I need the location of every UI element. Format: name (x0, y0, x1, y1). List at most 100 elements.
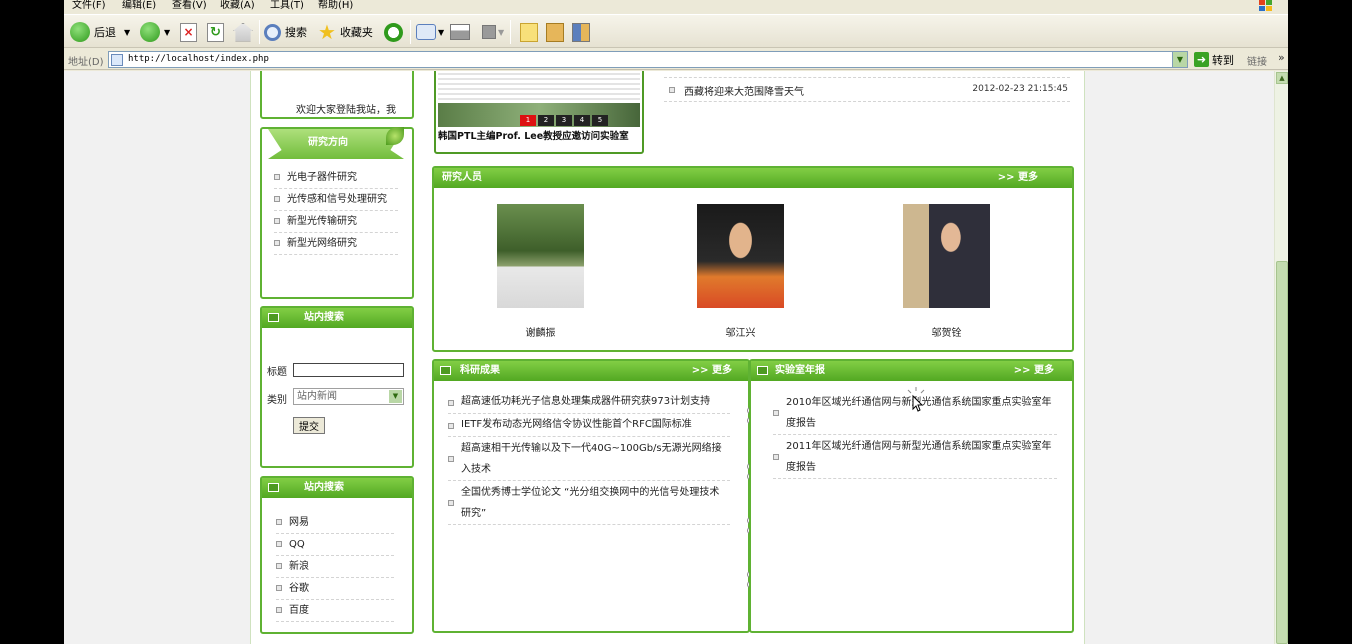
slide-page-4[interactable]: 4 (574, 115, 590, 126)
list-item[interactable]: 全国优秀博士学位论文 “光分组交换网中的光信号处理技术研究” (448, 481, 730, 525)
mail-button[interactable]: ▼ (416, 21, 444, 43)
annual-header: 实验室年报 >> 更多 (751, 361, 1072, 381)
list-item[interactable]: 2011年区域光纤通信网与新型光通信系统国家重点实验室年度报告 (773, 435, 1057, 479)
links-label[interactable]: 链接 (1247, 53, 1267, 68)
list-item[interactable]: 新型光网络研究 (274, 233, 398, 255)
bullet-icon (276, 607, 282, 613)
cursor-icon (905, 387, 925, 412)
list-item[interactable]: IETF发布动态光网络信令协议性能首个RFC国际标准 (448, 414, 730, 437)
list-item[interactable]: 新浪 (276, 556, 394, 578)
menu-help[interactable]: 帮助(H) (318, 0, 353, 11)
print-button[interactable] (450, 21, 470, 43)
go-arrow-icon: ➜ (1194, 52, 1209, 67)
bullet-icon (276, 585, 282, 591)
bullet-icon (276, 541, 282, 547)
vertical-scrollbar[interactable]: ▲ (1274, 71, 1288, 644)
achievements-panel: 科研成果 >> 更多 超高速低功耗光子信息处理集成器件研究获973计划支持 IE… (432, 359, 750, 633)
slideshow-panel: 1 2 3 4 5 韩国PTL主编Prof. Lee教授应邀访问实验室 (434, 71, 644, 154)
menu-favorites[interactable]: 收藏(A) (220, 0, 255, 11)
panel-icon (757, 366, 768, 375)
person-photo-3[interactable] (903, 204, 990, 308)
refresh-button[interactable]: ↻ (207, 21, 224, 43)
panel-icon (440, 366, 451, 375)
list-item[interactable]: 新型光传输研究 (274, 211, 398, 233)
list-item[interactable]: 光传感和信号处理研究 (274, 189, 398, 211)
list-item[interactable]: 超高速低功耗光子信息处理集成器件研究获973计划支持 (448, 391, 730, 414)
slide-caption[interactable]: 韩国PTL主编Prof. Lee教授应邀访问实验室 (438, 128, 642, 142)
person-photo-1[interactable] (497, 204, 584, 308)
back-arrow-icon (70, 22, 90, 42)
research-header: 研究方向 (268, 129, 404, 159)
star-icon: ★ (318, 20, 336, 44)
note-icon (520, 22, 538, 42)
list-item[interactable]: 超高速相干光传输以及下一代40G~100Gb/s无源光网络接入技术 (448, 437, 730, 481)
research-panel: 研究方向 光电子器件研究 光传感和信号处理研究 新型光传输研究 新型光网络研究 (260, 127, 414, 299)
bullet-icon (274, 196, 280, 202)
menu-file[interactable]: 文件(F) (72, 0, 106, 11)
address-label: 地址(D) (68, 57, 104, 68)
person-name-2[interactable]: 邬江兴 (697, 324, 784, 339)
achievements-more-link[interactable]: >> 更多 (692, 361, 732, 381)
slide-page-1[interactable]: 1 (520, 115, 536, 126)
slide-page-5[interactable]: 5 (592, 115, 608, 126)
home-button[interactable] (233, 21, 253, 43)
address-dropdown-icon[interactable]: ▼ (1172, 52, 1187, 67)
site-search-panel: 站内搜索 标题 类别 站内新闻 ▼ 提交 (260, 306, 414, 468)
menu-edit[interactable]: 编辑(E) (122, 0, 156, 11)
menu-tools[interactable]: 工具(T) (270, 0, 304, 11)
list-item[interactable]: 光电子器件研究 (274, 167, 398, 189)
research-button[interactable] (546, 21, 564, 43)
person-name-3[interactable]: 邬贺铨 (903, 324, 990, 339)
title-input[interactable] (293, 363, 404, 377)
list-item[interactable]: QQ (276, 534, 394, 556)
scroll-thumb[interactable] (1276, 261, 1288, 644)
home-icon (233, 22, 253, 42)
forward-dropdown-icon[interactable]: ▼ (164, 28, 170, 37)
people-more-link[interactable]: >> 更多 (998, 168, 1038, 188)
slide-page-2[interactable]: 2 (538, 115, 554, 126)
note-button[interactable] (520, 21, 538, 43)
page-viewport: 欢迎大家登陆我站，我 研究方向 光电子器件研究 光传感和信号处理研究 新型光传输… (64, 71, 1274, 644)
history-icon (384, 22, 403, 42)
forward-button[interactable]: ▼ (140, 21, 170, 43)
favorites-button[interactable]: ★ 收藏夹 (318, 21, 373, 43)
people-header: 研究人员 >> 更多 (434, 168, 1072, 188)
list-item[interactable]: 百度 (276, 600, 394, 622)
slide-image[interactable]: 1 2 3 4 5 (438, 71, 640, 127)
category-select[interactable]: 站内新闻 ▼ (293, 388, 404, 405)
list-item[interactable]: 谷歌 (276, 578, 394, 600)
history-button[interactable] (384, 21, 403, 43)
forward-arrow-icon (140, 22, 160, 42)
search-button[interactable]: 搜索 (264, 21, 307, 43)
windows-logo-icon (1259, 0, 1272, 11)
slide-page-3[interactable]: 3 (556, 115, 572, 126)
search-icon (264, 23, 281, 41)
slide-pagination: 1 2 3 4 5 (520, 115, 608, 126)
bullet-icon (448, 456, 454, 462)
category-label: 类别 (267, 395, 287, 406)
messenger-button[interactable] (572, 21, 590, 43)
bullet-icon (274, 174, 280, 180)
annual-more-link[interactable]: >> 更多 (1014, 361, 1054, 381)
chevron-icon[interactable]: » (1278, 51, 1285, 64)
site-search-header: 站内搜索 (262, 308, 412, 328)
bullet-icon (773, 454, 779, 460)
back-button[interactable]: 后退 ▼ (70, 21, 130, 43)
menu-view[interactable]: 查看(V) (172, 0, 207, 11)
submit-button[interactable]: 提交 (293, 417, 325, 434)
person-name-1[interactable]: 谢麟振 (497, 324, 584, 339)
bullet-icon (276, 563, 282, 569)
person-photo-2[interactable] (697, 204, 784, 308)
back-dropdown-icon[interactable]: ▼ (124, 28, 130, 37)
list-item[interactable]: 网易 (276, 512, 394, 534)
address-input[interactable]: http://localhost/index.php ▼ (108, 51, 1188, 68)
go-button[interactable]: ➜ 转到 (1194, 51, 1234, 68)
news-row[interactable]: 西藏将迎来大范围降雪天气 2012-02-23 21:15:45 (664, 77, 1070, 102)
scroll-up-icon[interactable]: ▲ (1276, 72, 1288, 84)
stop-button[interactable]: × (180, 21, 197, 43)
chevron-down-icon: ▼ (389, 390, 402, 403)
news-date: 2012-02-23 21:15:45 (972, 84, 1068, 94)
links-header: 站内搜索 (262, 478, 412, 498)
links-panel: 站内搜索 网易 QQ 新浪 谷歌 百度 (260, 476, 414, 634)
edit-button[interactable]: ▼ (482, 21, 504, 43)
